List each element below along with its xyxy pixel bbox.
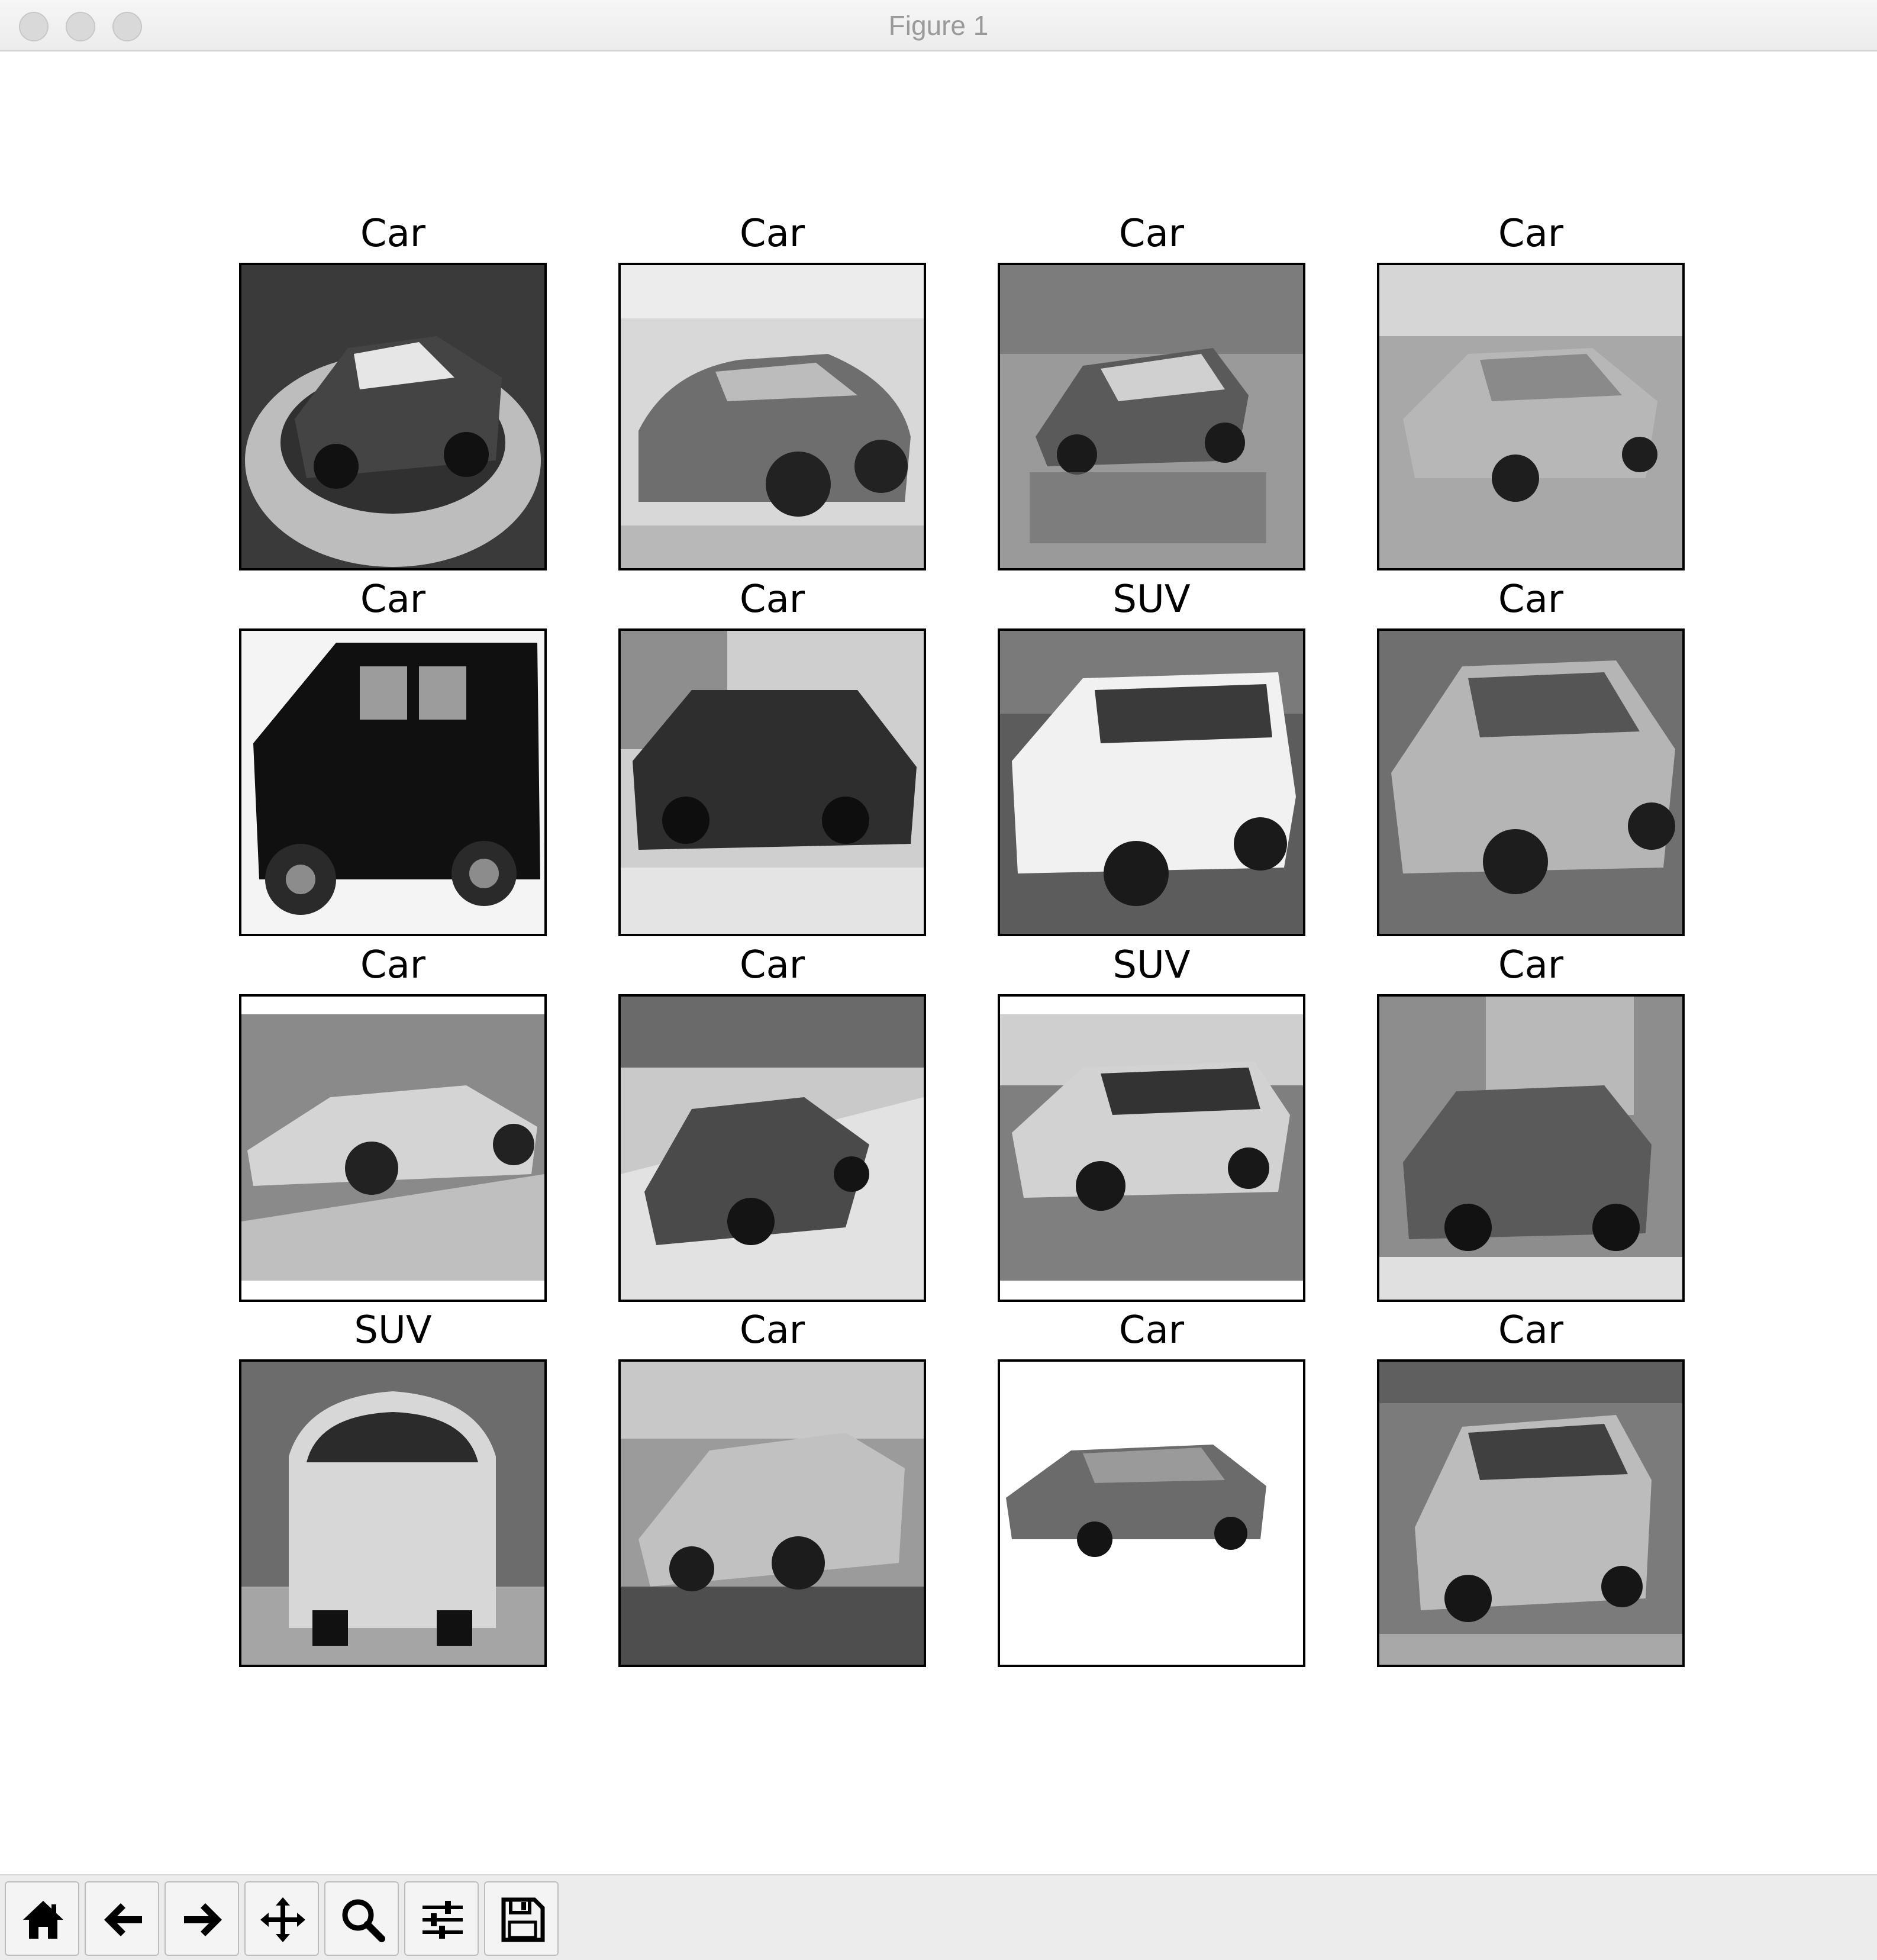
grayscale-suv-image xyxy=(998,628,1305,936)
subplot-title: Car xyxy=(1118,212,1185,256)
save-button[interactable] xyxy=(484,1881,559,1956)
subplot: Car xyxy=(618,576,926,936)
subplot: Car xyxy=(1377,576,1685,936)
subplot: Car xyxy=(618,942,926,1302)
subplot: Car xyxy=(1377,210,1685,570)
figure-window: Figure 1 Car Car Car Car Car Car SUV Car… xyxy=(0,0,1877,1960)
subplot-title: Car xyxy=(360,212,426,256)
grayscale-car-image xyxy=(1377,628,1685,936)
save-floppy-icon xyxy=(501,1897,545,1942)
home-icon xyxy=(23,1901,63,1939)
grayscale-car-image xyxy=(239,628,547,936)
grayscale-car-image xyxy=(618,628,926,936)
grayscale-car-image xyxy=(618,994,926,1302)
subplot: Car xyxy=(239,576,547,936)
subplot-title: Car xyxy=(1498,578,1564,621)
subplot-title: Car xyxy=(360,943,426,987)
subplot: SUV xyxy=(998,942,1305,1302)
subplot-title: Car xyxy=(739,212,805,256)
zoom-button[interactable] xyxy=(324,1881,399,1956)
subplot-title: Car xyxy=(1498,212,1564,256)
subplot-title: SUV xyxy=(1112,578,1191,621)
grayscale-suv-image xyxy=(239,1359,547,1667)
navigation-toolbar xyxy=(0,1874,1877,1960)
grayscale-car-image xyxy=(618,263,926,570)
subplot-title: Car xyxy=(739,943,805,987)
subplot: Car xyxy=(1377,942,1685,1302)
subplot-title: SUV xyxy=(1112,943,1191,987)
grayscale-car-image xyxy=(998,263,1305,570)
figure-canvas[interactable]: Car Car Car Car Car Car SUV Car Car Car … xyxy=(0,51,1877,1874)
subplot: SUV xyxy=(239,1307,547,1667)
grayscale-car-image xyxy=(239,263,547,570)
subplot: Car xyxy=(618,210,926,570)
zoom-magnifier-icon xyxy=(342,1899,385,1942)
forward-button[interactable] xyxy=(165,1881,239,1956)
subplot: SUV xyxy=(998,576,1305,936)
home-button[interactable] xyxy=(5,1881,79,1956)
subplot-title: SUV xyxy=(354,1308,432,1352)
subplot: Car xyxy=(239,942,547,1302)
subplot-title: Car xyxy=(1498,943,1564,987)
grayscale-car-image xyxy=(618,1359,926,1667)
grayscale-suv-image xyxy=(998,994,1305,1302)
grayscale-car-image xyxy=(1377,1359,1685,1667)
subplot-title: Car xyxy=(739,1308,805,1352)
configure-subplots-icon xyxy=(423,1901,463,1939)
back-arrow-icon xyxy=(104,1903,142,1936)
window-title: Figure 1 xyxy=(888,10,989,41)
pan-move-icon xyxy=(260,1897,305,1942)
forward-arrow-icon xyxy=(184,1903,222,1936)
configure-subplots-button[interactable] xyxy=(404,1881,479,1956)
subplot: Car xyxy=(239,210,547,570)
subplot: Car xyxy=(1377,1307,1685,1667)
grayscale-car-image xyxy=(1377,994,1685,1302)
subplot-title: Car xyxy=(1118,1308,1185,1352)
grayscale-car-image xyxy=(1377,263,1685,570)
title-bar[interactable]: Figure 1 xyxy=(0,0,1877,51)
subplot-title: Car xyxy=(739,578,805,621)
grayscale-car-image xyxy=(239,994,547,1302)
subplot-title: Car xyxy=(360,578,426,621)
back-button[interactable] xyxy=(85,1881,159,1956)
pan-button[interactable] xyxy=(244,1881,319,1956)
subplot: Car xyxy=(998,210,1305,570)
subplot: Car xyxy=(618,1307,926,1667)
subplot: Car xyxy=(998,1307,1305,1667)
subplot-title: Car xyxy=(1498,1308,1564,1352)
grayscale-car-image xyxy=(998,1359,1305,1667)
